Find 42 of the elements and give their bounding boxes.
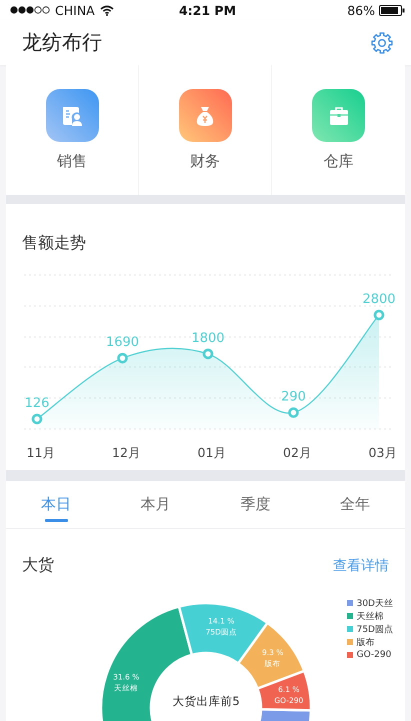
value-label: 2800 [362, 292, 396, 307]
section-title: 大货 [22, 555, 54, 576]
chart-title: 大货出库前5 [172, 694, 240, 708]
wifi-icon [100, 4, 114, 16]
signal-icon [10, 6, 50, 14]
shortcut-button[interactable]: 销售 [6, 65, 139, 195]
data-point [202, 348, 214, 360]
finance-icon [178, 89, 232, 142]
period-tab[interactable]: 本月 [106, 481, 206, 528]
shortcut-button[interactable]: 仓库 [272, 65, 405, 195]
axis-label: 12月 [112, 445, 141, 460]
axis-label: 11月 [26, 445, 56, 460]
sales-icon [46, 89, 98, 142]
legend-label: GO-290 [356, 650, 392, 660]
app-title: 龙纺布行 [22, 29, 102, 56]
period-tab[interactable]: 全年 [305, 481, 405, 528]
axis-label: 03月 [368, 445, 398, 460]
legend-label: 版布 [356, 636, 375, 648]
data-point [32, 414, 42, 424]
value-label: 1690 [106, 335, 140, 350]
battery-percent: 86% [347, 2, 376, 18]
details-link[interactable]: 查看详情 [333, 556, 389, 574]
value-label: 126 [24, 396, 50, 411]
shortcut-button[interactable]: 财务 [139, 65, 272, 195]
warehouse-icon [312, 89, 365, 142]
status-time: 4:21 PM [178, 2, 236, 18]
legend-label: 75D圆点 [356, 624, 393, 636]
value-label: 1800 [191, 330, 225, 346]
axis-label: 01月 [198, 445, 226, 460]
legend-label: 天丝棉 [356, 610, 384, 622]
data-point [117, 352, 128, 364]
value-label: 290 [281, 390, 306, 405]
period-tab[interactable]: 季度 [206, 481, 306, 528]
legend-label: 30D天丝 [356, 598, 393, 610]
carrier-name: CHINA [55, 2, 95, 18]
data-point [288, 407, 299, 418]
battery-icon [379, 4, 406, 16]
axis-label: 02月 [283, 445, 312, 460]
period-tab[interactable]: 本日 [6, 481, 106, 528]
settings-icon[interactable] [371, 32, 393, 54]
data-point [374, 310, 384, 320]
section-title: 售额走势 [21, 232, 87, 254]
